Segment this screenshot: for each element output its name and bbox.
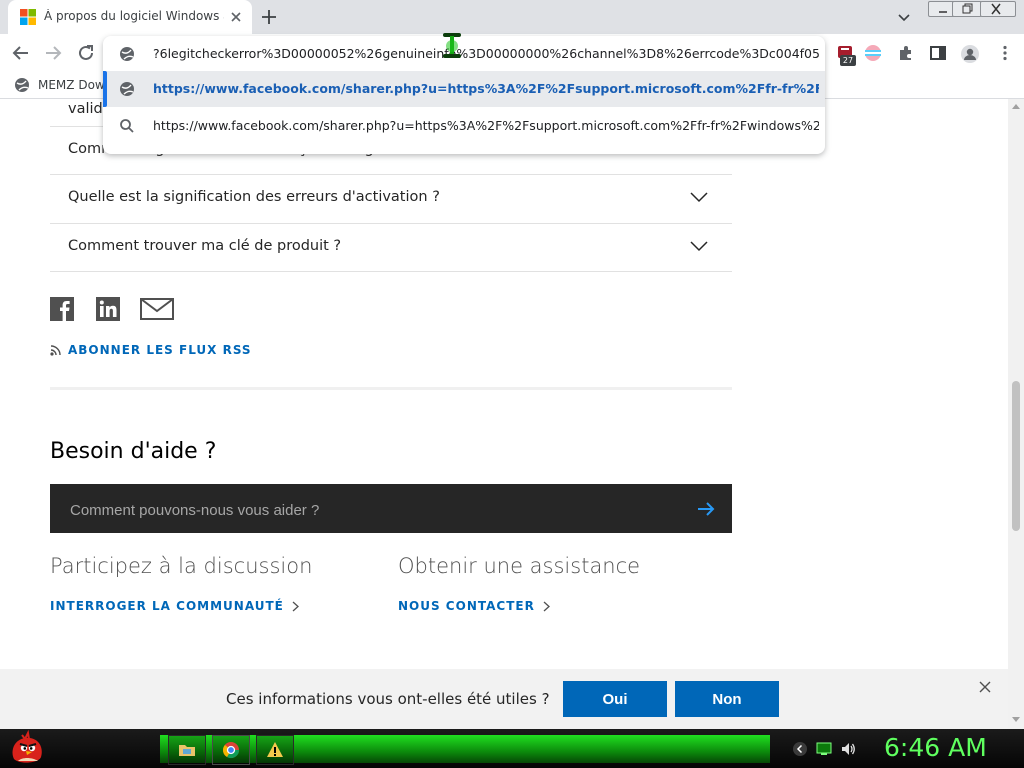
volume-icon[interactable] [840, 741, 856, 757]
restore-button[interactable] [952, 1, 982, 17]
community-link-label: INTERROGER LA COMMUNAUTÉ [50, 599, 284, 613]
omnibox-dropdown: ?6legitcheckerror%3D00000052%26genuinein… [103, 36, 825, 154]
flag-extension-icon[interactable] [864, 44, 882, 62]
help-search-bar [50, 484, 732, 533]
omnibox-suggestion[interactable]: https://www.facebook.com/sharer.php?u=ht… [103, 108, 825, 144]
taskbar-chrome[interactable] [212, 735, 250, 765]
scroll-up-icon[interactable] [1012, 103, 1020, 111]
accordion-divider [50, 271, 732, 272]
taskbar-glow [160, 735, 770, 763]
community-link[interactable]: INTERROGER LA COMMUNAUTÉ [50, 599, 299, 613]
extension-badge: 27 [840, 55, 856, 66]
globe-icon [119, 46, 135, 62]
browser-tab[interactable]: À propos du logiciel Windows authentique [8, 0, 252, 34]
reload-icon[interactable] [77, 44, 95, 62]
suggestion-url: https://www.facebook.com/sharer.php?u=ht… [153, 81, 819, 96]
feedback-no-button[interactable]: Non [675, 681, 779, 717]
chevron-right-icon [535, 601, 550, 612]
accordion-label: Comment trouver ma clé de produit ? [68, 238, 342, 254]
search-icon [119, 118, 135, 134]
plus-icon[interactable] [260, 8, 278, 26]
profile-icon[interactable] [960, 44, 979, 63]
help-heading: Besoin d'aide ? [50, 439, 217, 464]
feedback-yes-button[interactable]: Oui [563, 681, 667, 717]
rss-label: ABONNER LES FLUX RSS [68, 343, 252, 357]
scroll-down-icon[interactable] [1012, 715, 1020, 723]
text-cursor-icon [440, 33, 464, 59]
chevron-down-icon [690, 191, 708, 203]
kebab-menu-icon[interactable] [996, 44, 1014, 62]
suggestion-url: https://www.facebook.com/sharer.php?u=ht… [153, 118, 819, 133]
accordion-item[interactable]: Quelle est la signification des erreurs … [50, 174, 732, 223]
chevron-right-icon [284, 601, 299, 612]
close-icon[interactable] [979, 681, 991, 693]
assistance-title: Obtenir une assistance [398, 554, 641, 578]
tray-expand-icon[interactable] [792, 741, 808, 757]
tab-strip: À propos du logiciel Windows authentique [0, 0, 1024, 34]
forward-arrow-icon[interactable] [44, 44, 62, 62]
globe-icon [119, 81, 135, 97]
section-divider [50, 387, 732, 390]
rss-icon [50, 344, 62, 356]
omnibox-text: ?6legitcheckerror%3D00000052%26genuinein… [153, 46, 819, 61]
close-icon[interactable] [228, 9, 244, 25]
puzzle-icon[interactable] [897, 44, 915, 62]
page-scrollbar[interactable] [1008, 99, 1024, 729]
back-arrow-icon[interactable] [12, 44, 30, 62]
arrow-right-icon[interactable] [696, 499, 716, 519]
angry-bird-icon[interactable] [8, 729, 46, 768]
accordion-item[interactable]: Comment trouver ma clé de produit ? [50, 223, 732, 272]
page-content: valid Comment signaler une contrefaçon d… [0, 99, 1008, 669]
taskbar-clock[interactable]: 6:46 AM [884, 733, 987, 762]
windows-logo-icon [20, 9, 36, 25]
window-close-button[interactable] [980, 1, 1016, 17]
taskbar [0, 729, 1024, 768]
help-search-input[interactable] [68, 498, 672, 522]
taskbar-folder[interactable] [168, 735, 206, 765]
community-title: Participez à la discussion [50, 554, 313, 578]
taskbar-warning[interactable] [256, 735, 294, 765]
feedback-question: Ces informations vous ont-elles été util… [226, 690, 550, 708]
assistance-link[interactable]: NOUS CONTACTER [398, 599, 550, 613]
omnibox-suggestion-selected[interactable]: https://www.facebook.com/sharer.php?u=ht… [103, 71, 825, 107]
omnibox-input-row[interactable]: ?6legitcheckerror%3D00000052%26genuinein… [103, 36, 825, 72]
rss-link[interactable]: ABONNER LES FLUX RSS [50, 343, 252, 357]
feedback-bar: Ces informations vous ont-elles été util… [0, 669, 1008, 729]
assistance-link-label: NOUS CONTACTER [398, 599, 535, 613]
mail-icon[interactable] [140, 297, 174, 321]
scrollbar-thumb[interactable] [1012, 381, 1020, 531]
sidebar-icon[interactable] [929, 44, 947, 62]
accordion-label: valid [68, 101, 103, 117]
chevron-down-icon [690, 240, 708, 252]
tab-title: À propos du logiciel Windows authentique [44, 9, 224, 23]
facebook-icon[interactable] [50, 297, 74, 321]
globe-icon [14, 77, 30, 93]
linkedin-icon[interactable] [96, 297, 120, 321]
network-icon[interactable] [816, 741, 832, 757]
chevron-down-icon[interactable] [896, 9, 912, 25]
accordion-label: Quelle est la signification des erreurs … [68, 189, 440, 205]
